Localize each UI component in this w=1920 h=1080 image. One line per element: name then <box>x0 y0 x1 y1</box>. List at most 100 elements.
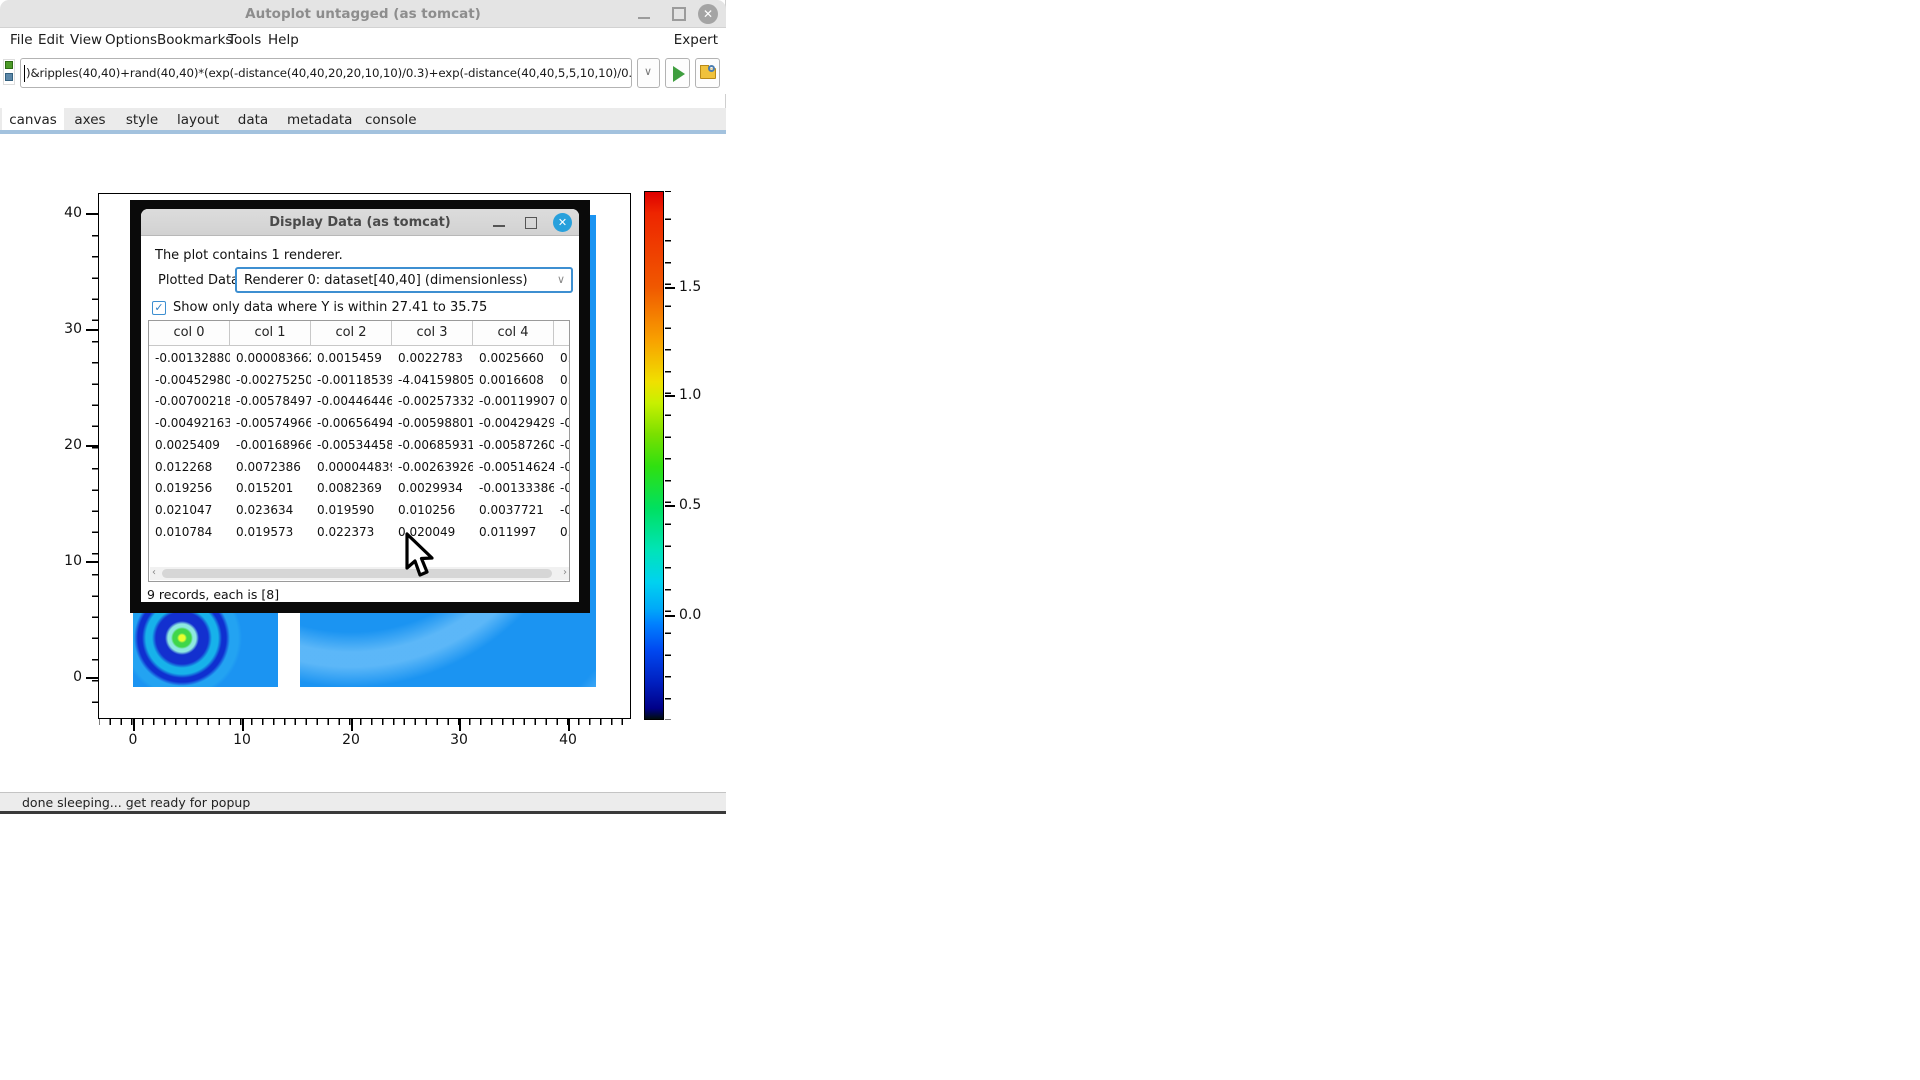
table-cell[interactable]: -0.00685931... <box>392 434 473 456</box>
tab-axes[interactable]: axes <box>72 108 108 130</box>
dialog-close-button[interactable]: ✕ <box>553 213 572 232</box>
table-cell[interactable]: -0.00578497... <box>230 390 311 412</box>
table-cell[interactable]: 0.010784 <box>149 521 230 543</box>
menu-tools[interactable]: Tools <box>228 32 261 48</box>
column-header[interactable] <box>554 321 570 346</box>
uri-input[interactable]: )&ripples(40,40)+rand(40,40)*(exp(-dista… <box>20 58 632 88</box>
table-cell[interactable]: 0.010256 <box>392 499 473 521</box>
table-cell[interactable]: 0.0025660 <box>473 347 554 369</box>
table-cell[interactable]: -0.00587260... <box>473 434 554 456</box>
expert-mode-label[interactable]: Expert <box>674 32 718 48</box>
table-cell[interactable]: -0.00574966... <box>230 412 311 434</box>
table-cell[interactable]: 0.019573 <box>230 521 311 543</box>
table-cell[interactable]: 0.012268 <box>149 456 230 478</box>
table-cell[interactable]: -0.00275250... <box>230 369 311 391</box>
column-header[interactable]: col 2 <box>311 321 392 346</box>
table-cell[interactable]: 0.000083662 <box>230 347 311 369</box>
table-cell[interactable]: -0.00656494... <box>311 412 392 434</box>
inspect-uri-button[interactable] <box>695 58 720 88</box>
table-cell[interactable]: -0.0 <box>554 477 570 499</box>
table-cell[interactable]: -0.00132880... <box>149 347 230 369</box>
tab-canvas[interactable]: canvas <box>2 108 64 130</box>
menu-options[interactable]: Options <box>105 32 157 48</box>
table-cell[interactable]: 0.00 <box>554 521 570 543</box>
menu-file[interactable]: File <box>10 32 33 48</box>
table-cell[interactable]: -0.0 <box>554 499 570 521</box>
table-cell[interactable]: 0.0022783 <box>392 347 473 369</box>
table-cell[interactable]: -0.00119907... <box>473 390 554 412</box>
table-cell[interactable]: 0.00 <box>554 369 570 391</box>
maximize-button[interactable] <box>672 7 686 21</box>
table-cell[interactable]: 0.015201 <box>230 477 311 499</box>
table-cell[interactable]: -0.00514624... <box>473 456 554 478</box>
table-cell[interactable]: -0.0 <box>554 456 570 478</box>
plotted-data-label: Plotted Data: <box>158 273 243 288</box>
colorbar-label: 0.0 <box>679 607 713 623</box>
table-cell[interactable]: -0.00492163... <box>149 412 230 434</box>
plotted-data-select[interactable]: Renderer 0: dataset[40,40] (dimensionles… <box>235 267 573 293</box>
table-cell[interactable]: -0.0 <box>554 412 570 434</box>
table-cell[interactable]: 0.023634 <box>230 499 311 521</box>
dialog-maximize-button[interactable] <box>525 217 537 229</box>
scrollbar-thumb[interactable] <box>162 569 552 578</box>
table-cell[interactable]: 0.021047 <box>149 499 230 521</box>
horizontal-scrollbar[interactable]: ‹ › <box>150 567 569 580</box>
table-cell[interactable]: 0.00 <box>554 390 570 412</box>
y-tick <box>86 213 98 215</box>
table-cell[interactable]: -0.00429429... <box>473 412 554 434</box>
data-table[interactable]: col 0 col 1 col 2 col 3 col 4 -0.0013288… <box>148 320 570 582</box>
table-cell[interactable]: -0.00534458... <box>311 434 392 456</box>
table-cell[interactable]: 0.0037721 <box>473 499 554 521</box>
tab-bar: canvas axes style layout data metadata c… <box>0 108 726 134</box>
display-data-dialog[interactable]: Display Data (as tomcat) ✕ The plot cont… <box>141 209 579 602</box>
table-cell[interactable]: -0.00257332... <box>392 390 473 412</box>
scroll-left-icon[interactable]: ‹ <box>152 567 156 578</box>
filter-checkbox[interactable]: ✓ <box>152 301 166 315</box>
table-cell[interactable]: -0.00263926... <box>392 456 473 478</box>
go-button[interactable] <box>665 58 690 88</box>
table-cell[interactable]: -0.00700218... <box>149 390 230 412</box>
plot-canvas[interactable]: 40 30 20 10 0 0 10 20 30 40 1.5 1.0 0.5 … <box>0 134 726 792</box>
dialog-titlebar[interactable]: Display Data (as tomcat) ✕ <box>141 209 579 236</box>
table-cell[interactable]: 0.019590 <box>311 499 392 521</box>
tab-console[interactable]: console <box>365 108 413 130</box>
menu-bookmarks[interactable]: Bookmarks <box>157 32 232 48</box>
dialog-minimize-button[interactable] <box>493 225 505 227</box>
table-cell[interactable]: -4.04159805... <box>392 369 473 391</box>
menu-view[interactable]: View <box>70 32 102 48</box>
uri-history-dropdown[interactable] <box>637 58 660 88</box>
column-header[interactable]: col 0 <box>149 321 230 346</box>
table-cell[interactable]: 0.011997 <box>473 521 554 543</box>
column-header[interactable]: col 4 <box>473 321 554 346</box>
table-cell[interactable]: 0.0015459 <box>311 347 392 369</box>
table-cell[interactable]: 0.022373 <box>311 521 392 543</box>
tab-metadata[interactable]: metadata <box>287 108 345 130</box>
table-cell[interactable]: -0.00133386... <box>473 477 554 499</box>
table-cell[interactable]: -0.00446446... <box>311 390 392 412</box>
table-cell[interactable]: 0.0072386 <box>230 456 311 478</box>
tab-style[interactable]: style <box>124 108 160 130</box>
window-titlebar[interactable]: Autoplot untagged (as tomcat) ✕ <box>0 0 726 28</box>
column-header[interactable]: col 3 <box>392 321 473 346</box>
menu-edit[interactable]: Edit <box>38 32 64 48</box>
menu-help[interactable]: Help <box>268 32 299 48</box>
table-cell[interactable]: -0.00598801... <box>392 412 473 434</box>
table-cell[interactable]: 0.0029934 <box>392 477 473 499</box>
column-header[interactable]: col 1 <box>230 321 311 346</box>
scroll-right-icon[interactable]: › <box>563 567 567 578</box>
table-cell[interactable]: -0.0 <box>554 434 570 456</box>
table-cell[interactable]: -0.00168966... <box>230 434 311 456</box>
minimize-button[interactable] <box>637 7 651 21</box>
table-cell[interactable]: -0.00452980... <box>149 369 230 391</box>
table-cell[interactable]: 0.019256 <box>149 477 230 499</box>
table-cell[interactable]: 0.0082369 <box>311 477 392 499</box>
tab-layout[interactable]: layout <box>177 108 219 130</box>
table-cell[interactable]: -0.00118539... <box>311 369 392 391</box>
table-cell[interactable]: 0.0016608 <box>473 369 554 391</box>
table-cell[interactable]: 0.0025409 <box>149 434 230 456</box>
table-cell[interactable]: 0.000044839 <box>311 456 392 478</box>
table-cell[interactable]: 0.00 <box>554 347 570 369</box>
close-button[interactable]: ✕ <box>698 4 718 24</box>
x-tick <box>242 719 244 731</box>
tab-data[interactable]: data <box>237 108 269 130</box>
